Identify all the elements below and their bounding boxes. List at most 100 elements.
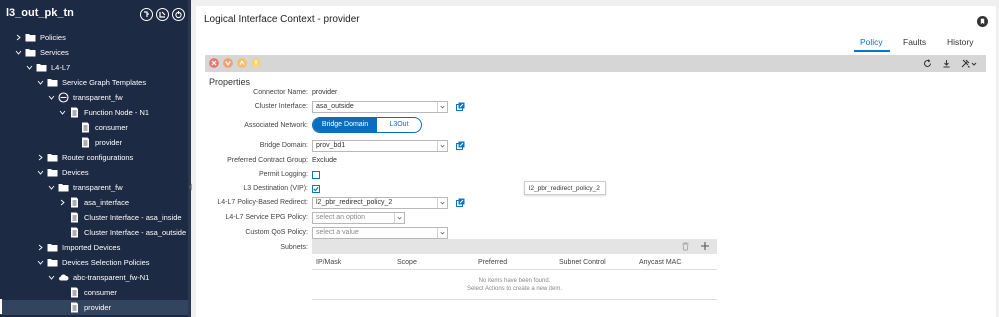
l3out-option[interactable]: L3Out — [377, 118, 421, 132]
selection-indicator — [0, 299, 2, 314]
l3-destination-label: L3 Destination (VIP): — [243, 185, 308, 192]
bridge-domain-select[interactable]: prov_bd1 — [312, 140, 448, 152]
tree-item[interactable]: consumer — [0, 120, 188, 135]
chevron-right-icon[interactable] — [37, 154, 44, 161]
tree-item[interactable]: consumer — [0, 285, 188, 300]
tree-item-label: Function Node - N1 — [84, 108, 150, 117]
tree-item[interactable]: transparent_fw — [0, 180, 188, 195]
tree-item-label: Policies — [40, 33, 66, 42]
power-icon[interactable] — [172, 8, 185, 21]
pbr-select[interactable]: l2_pbr_redirect_policy_2 — [312, 197, 448, 209]
cluster-interface-select[interactable]: asa_outside — [312, 101, 448, 113]
tree-item[interactable]: provider — [0, 300, 188, 315]
open-link-icon[interactable] — [456, 141, 465, 150]
chevron-down-icon — [437, 228, 445, 238]
minor-fault-icon[interactable] — [237, 58, 247, 68]
chevron-down-icon[interactable] — [48, 274, 55, 281]
tree-item[interactable]: asa_interface — [0, 195, 188, 210]
collapse-arrow-icon[interactable] — [188, 183, 192, 191]
chevron-down-icon[interactable] — [37, 169, 44, 176]
chevron-right-icon[interactable] — [15, 34, 22, 41]
refresh-icon[interactable] — [922, 58, 933, 69]
document-icon — [80, 137, 91, 148]
tree-item[interactable]: abc-transparent_fw-N1 — [0, 270, 188, 285]
tree-item[interactable]: provider — [0, 135, 188, 150]
folder-icon — [58, 182, 69, 193]
chevron-down-icon[interactable] — [59, 109, 66, 116]
open-link-icon[interactable] — [456, 102, 465, 111]
navigation-tree: Policies Services L4-L7 Service Graph Templ… — [0, 30, 188, 315]
l3-destination-checkbox[interactable] — [312, 185, 320, 193]
tooltip-text: l2_pbr_redirect_policy_2 — [529, 185, 600, 192]
add-icon[interactable] — [700, 241, 710, 251]
tree-item[interactable]: Cluster Interface - asa_outside — [0, 225, 188, 240]
tools-menu-icon[interactable] — [960, 58, 977, 69]
tree-item[interactable]: Function Node - N1 — [0, 105, 188, 120]
tree-item[interactable]: Cluster Interface - asa_inside — [0, 210, 188, 225]
tree-item-label: provider — [84, 303, 112, 312]
column-scope[interactable]: Scope — [397, 259, 417, 266]
chevron-right-icon[interactable] — [59, 199, 66, 206]
bookmark-icon[interactable] — [977, 16, 988, 27]
bridge-domain-option[interactable]: Bridge Domain — [313, 118, 377, 132]
tab-faults[interactable]: Faults — [903, 37, 926, 47]
tree-item-label: L4-L7 — [51, 63, 71, 72]
service-epg-select[interactable]: select an option — [312, 212, 405, 224]
tenant-action-icon[interactable] — [156, 8, 169, 21]
folder-icon — [47, 167, 58, 178]
critical-fault-icon[interactable] — [209, 58, 219, 68]
tree-item[interactable]: Imported Devices — [0, 240, 188, 255]
download-icon[interactable] — [941, 58, 952, 69]
tree-item[interactable]: Services — [0, 45, 188, 60]
sidebar-splitter[interactable] — [188, 0, 191, 317]
main-panel: Logical Interface Context - provider Pol… — [196, 6, 996, 317]
qos-label: Custom QoS Policy: — [245, 229, 308, 236]
subnets-label: Subnets: — [280, 244, 308, 251]
tree-item[interactable]: transparent_fw — [0, 90, 188, 105]
tree-item[interactable]: Devices Selection Policies — [0, 255, 188, 270]
tree-item-label: Imported Devices — [62, 243, 121, 252]
tree-item-label: transparent_fw — [73, 183, 123, 192]
tab-history[interactable]: History — [947, 37, 973, 47]
chevron-down-icon[interactable] — [37, 79, 44, 86]
chevron-down-icon[interactable] — [48, 94, 55, 101]
tenant-menu-icon[interactable] — [140, 8, 153, 21]
tab-bar: Policy Faults History — [848, 37, 988, 53]
tree-item[interactable]: L4-L7 — [0, 60, 188, 75]
chevron-down-icon[interactable] — [48, 184, 55, 191]
tree-item-label: Router configurations — [62, 153, 134, 162]
warning-fault-icon[interactable] — [251, 58, 261, 68]
tab-policy[interactable]: Policy — [860, 37, 883, 47]
tree-item[interactable]: Policies — [0, 30, 188, 45]
chevron-down-icon[interactable] — [15, 49, 22, 56]
column-ip-mask[interactable]: IP/Mask — [316, 259, 341, 266]
empty-state-message: No items have been found. — [478, 278, 551, 284]
tree-item-label: asa_interface — [84, 198, 130, 207]
document-icon — [69, 107, 80, 118]
tree-item-label: Services — [40, 48, 69, 57]
column-preferred[interactable]: Preferred — [478, 259, 507, 266]
chevron-right-icon[interactable] — [37, 244, 44, 251]
preferred-contract-group-label: Preferred Contract Group: — [227, 157, 308, 164]
trash-icon[interactable] — [681, 242, 690, 251]
folder-icon — [47, 152, 58, 163]
major-fault-icon[interactable] — [223, 58, 233, 68]
associated-network-label: Associated Network: — [244, 122, 308, 129]
open-link-icon[interactable] — [456, 198, 465, 207]
folder-icon — [47, 257, 58, 268]
qos-select[interactable]: select a value — [312, 227, 448, 239]
empty-state-hint: Select Actions to create a new item. — [466, 286, 563, 292]
bridge-domain-value: prov_bd1 — [316, 142, 346, 149]
permit-logging-checkbox[interactable] — [312, 171, 320, 179]
tree-item[interactable]: Devices — [0, 165, 188, 180]
cluster-interface-label: Cluster Interface: — [254, 103, 308, 110]
connector-name-value: provider — [312, 89, 338, 96]
column-subnet-control[interactable]: Subnet Control — [559, 259, 606, 266]
tree-item[interactable]: Router configurations — [0, 150, 188, 165]
document-icon — [80, 122, 91, 133]
column-anycast-mac[interactable]: Anycast MAC — [639, 259, 681, 266]
chevron-down-icon[interactable] — [37, 259, 44, 266]
tree-item[interactable]: Service Graph Templates — [0, 75, 188, 90]
cloud-icon — [58, 272, 69, 283]
chevron-down-icon[interactable] — [26, 64, 33, 71]
